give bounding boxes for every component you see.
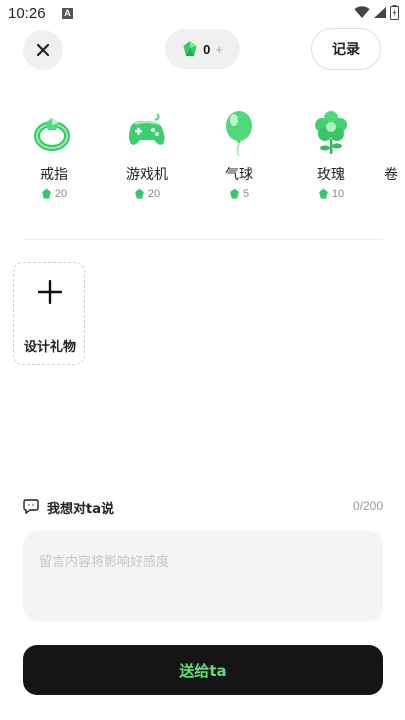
gem-balance-pill[interactable]: 0 + [165,29,240,69]
gift-price-value: 20 [147,188,161,200]
gift-price: 5 [199,188,279,200]
message-header: 我想对ta说 0/200 [23,497,383,517]
divider [23,239,383,240]
records-button[interactable]: 记录 [311,28,381,70]
gift-name: 游戏机 [126,167,168,183]
status-icons [354,5,399,20]
gift-item-game-console[interactable]: 游戏机 20 [107,100,187,200]
gift-price-value: 5 [242,188,250,200]
send-button[interactable]: 送给ta [23,645,383,695]
ring-icon [34,118,70,151]
gift-price: 10 [291,188,371,200]
gem-icon [183,41,197,56]
gift-name: 气球 [225,167,253,183]
status-time: 10:26 [8,5,46,22]
close-icon [37,44,49,56]
gem-add-icon: + [215,41,223,57]
plus-icon [38,280,62,304]
design-gift-button[interactable]: 设计礼物 [13,262,85,365]
gift-list: 戒指 20 游戏机 20 气球 5 玫瑰 10 卷 [0,100,405,220]
partial-gift-icon [372,106,405,158]
game-controller-icon [129,113,165,145]
gift-item-ring[interactable]: 戒指 20 [14,100,94,200]
battery-icon [390,5,399,20]
gift-name: 戒指 [40,167,68,183]
message-input[interactable] [23,531,383,621]
gift-price-value: 20 [54,188,68,200]
message-bubble-icon [23,499,39,514]
gem-icon [230,188,239,199]
gem-icon [42,188,51,199]
gift-item-balloon[interactable]: 气球 5 [199,100,279,200]
status-bar: 10:26 A [0,0,405,26]
gem-icon [135,188,144,199]
design-gift-label: 设计礼物 [23,340,76,355]
close-button[interactable] [23,30,63,70]
balloon-icon [226,111,252,157]
message-char-counter: 0/200 [352,499,383,513]
wifi-icon [354,6,370,18]
gem-balance: 0 [203,41,211,57]
message-title: 我想对ta说 [47,502,114,517]
gem-icon [319,188,328,199]
notification-icon: A [62,8,73,19]
gift-name: 卷 [384,167,398,183]
flower-icon [315,111,347,154]
gift-price: 20 [107,188,187,200]
gift-item-partial[interactable]: 卷 [358,100,405,183]
signal-icon [374,7,386,18]
gift-price: 20 [14,188,94,200]
gift-price-value: 10 [331,188,345,200]
